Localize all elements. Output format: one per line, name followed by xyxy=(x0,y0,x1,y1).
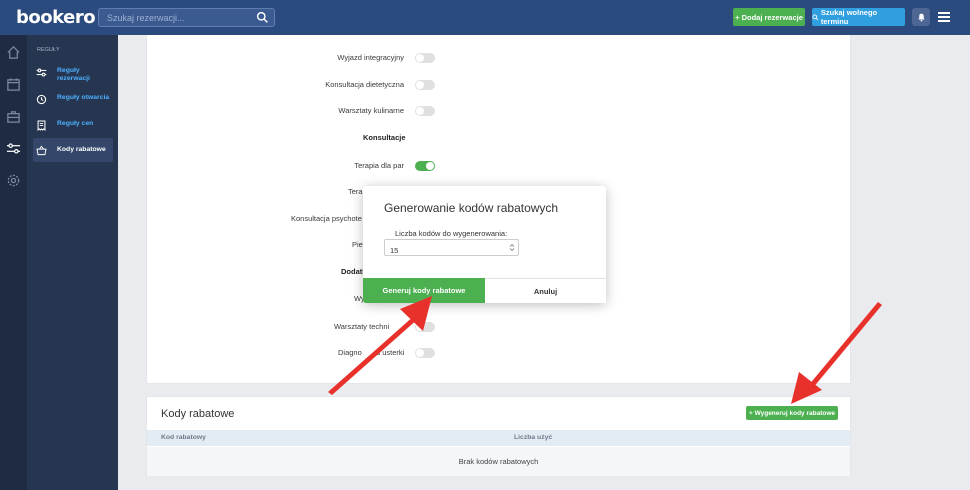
add-booking-button[interactable]: + Dodaj rezerwacje xyxy=(733,8,805,26)
service-label: a usterki xyxy=(376,348,405,357)
service-label: Terapia dla par xyxy=(354,161,404,170)
codes-table-empty: Brak kodów rabatowych xyxy=(147,447,850,476)
bell-icon xyxy=(917,13,925,21)
app-logo[interactable]: bookero xyxy=(16,7,96,28)
service-label: Warsztaty kulinarne xyxy=(338,106,404,115)
service-label: Diagno xyxy=(338,348,362,357)
modal-title: Generowanie kodów rabatowych xyxy=(384,201,559,215)
stepper-icon[interactable] xyxy=(509,243,515,252)
find-slot-button[interactable]: Szukaj wolnego terminu xyxy=(812,8,905,26)
submenu-item-price-rules[interactable]: Reguły cen xyxy=(33,120,113,131)
sliders-icon[interactable] xyxy=(6,141,21,156)
service-label: Konsultacja psychote xyxy=(291,214,362,223)
discount-codes-panel: Kody rabatowe + Wygeneruj kody rabatowe … xyxy=(146,396,851,476)
briefcase-icon[interactable] xyxy=(6,109,21,124)
search-box[interactable] xyxy=(98,8,275,27)
submenu-item-label: Kody rabatowe xyxy=(57,146,106,153)
search-icon[interactable] xyxy=(256,11,269,24)
generate-codes-button[interactable]: + Wygeneruj kody rabatowe xyxy=(746,406,838,420)
count-input[interactable] xyxy=(385,243,505,258)
rules-submenu: REGUŁY Reguły rezerwacji Reguły otwarcia… xyxy=(27,35,118,490)
gear-icon[interactable] xyxy=(6,173,21,188)
calendar-icon[interactable] xyxy=(6,77,21,92)
find-slot-label: Szukaj wolnego terminu xyxy=(820,8,878,26)
service-label: Konsultacja dietetyczna xyxy=(325,80,404,89)
search-icon xyxy=(812,13,819,20)
column-header-uses[interactable]: Liczba użyć xyxy=(514,434,552,441)
generate-codes-modal: Generowanie kodów rabatowych Liczba kodó… xyxy=(363,186,606,303)
modal-generate-button[interactable]: Generuj kody rabatowe xyxy=(363,278,485,303)
submenu-item-opening-rules[interactable]: Reguły otwarcia xyxy=(33,94,113,105)
service-toggle[interactable] xyxy=(415,80,435,90)
clock-icon xyxy=(36,94,47,105)
count-label: Liczba kodów do wygenerowania: xyxy=(395,229,508,238)
column-header-code[interactable]: Kod rabatowy xyxy=(161,434,206,441)
submenu-heading: REGUŁY xyxy=(37,47,60,53)
submenu-item-booking-rules[interactable]: Reguły rezerwacji xyxy=(33,67,113,83)
top-bar: bookero + Dodaj rezerwacje Szukaj wolneg… xyxy=(0,0,970,35)
service-toggle[interactable] xyxy=(415,348,435,358)
submenu-item-label: Reguły cen xyxy=(57,120,94,127)
receipt-icon xyxy=(37,120,46,131)
service-toggle[interactable] xyxy=(415,161,435,171)
basket-icon xyxy=(36,145,47,155)
service-toggle[interactable] xyxy=(415,53,435,63)
count-field[interactable] xyxy=(384,239,519,258)
notifications-button[interactable] xyxy=(912,8,930,26)
submenu-item-label: Reguły otwarcia xyxy=(57,94,110,101)
service-toggle[interactable] xyxy=(415,106,435,116)
search-input[interactable] xyxy=(99,9,249,26)
submenu-item-discount-codes[interactable]: Kody rabatowe xyxy=(33,138,113,162)
submenu-item-label: Reguły rezerwacji xyxy=(57,67,90,82)
section-heading: Konsultacje xyxy=(363,133,406,142)
panel-title: Kody rabatowe xyxy=(161,408,235,420)
service-label: Warsztaty techni xyxy=(334,322,390,331)
home-icon[interactable] xyxy=(6,45,21,60)
icon-rail xyxy=(0,35,27,490)
service-label: Wyjazd integracyjny xyxy=(337,53,404,62)
modal-cancel-button[interactable]: Anuluj xyxy=(485,279,606,303)
sliders-icon xyxy=(36,68,47,77)
menu-icon[interactable] xyxy=(938,12,950,22)
service-toggle[interactable] xyxy=(415,322,435,332)
codes-table-header: Kod rabatowy Liczba użyć xyxy=(147,430,850,446)
